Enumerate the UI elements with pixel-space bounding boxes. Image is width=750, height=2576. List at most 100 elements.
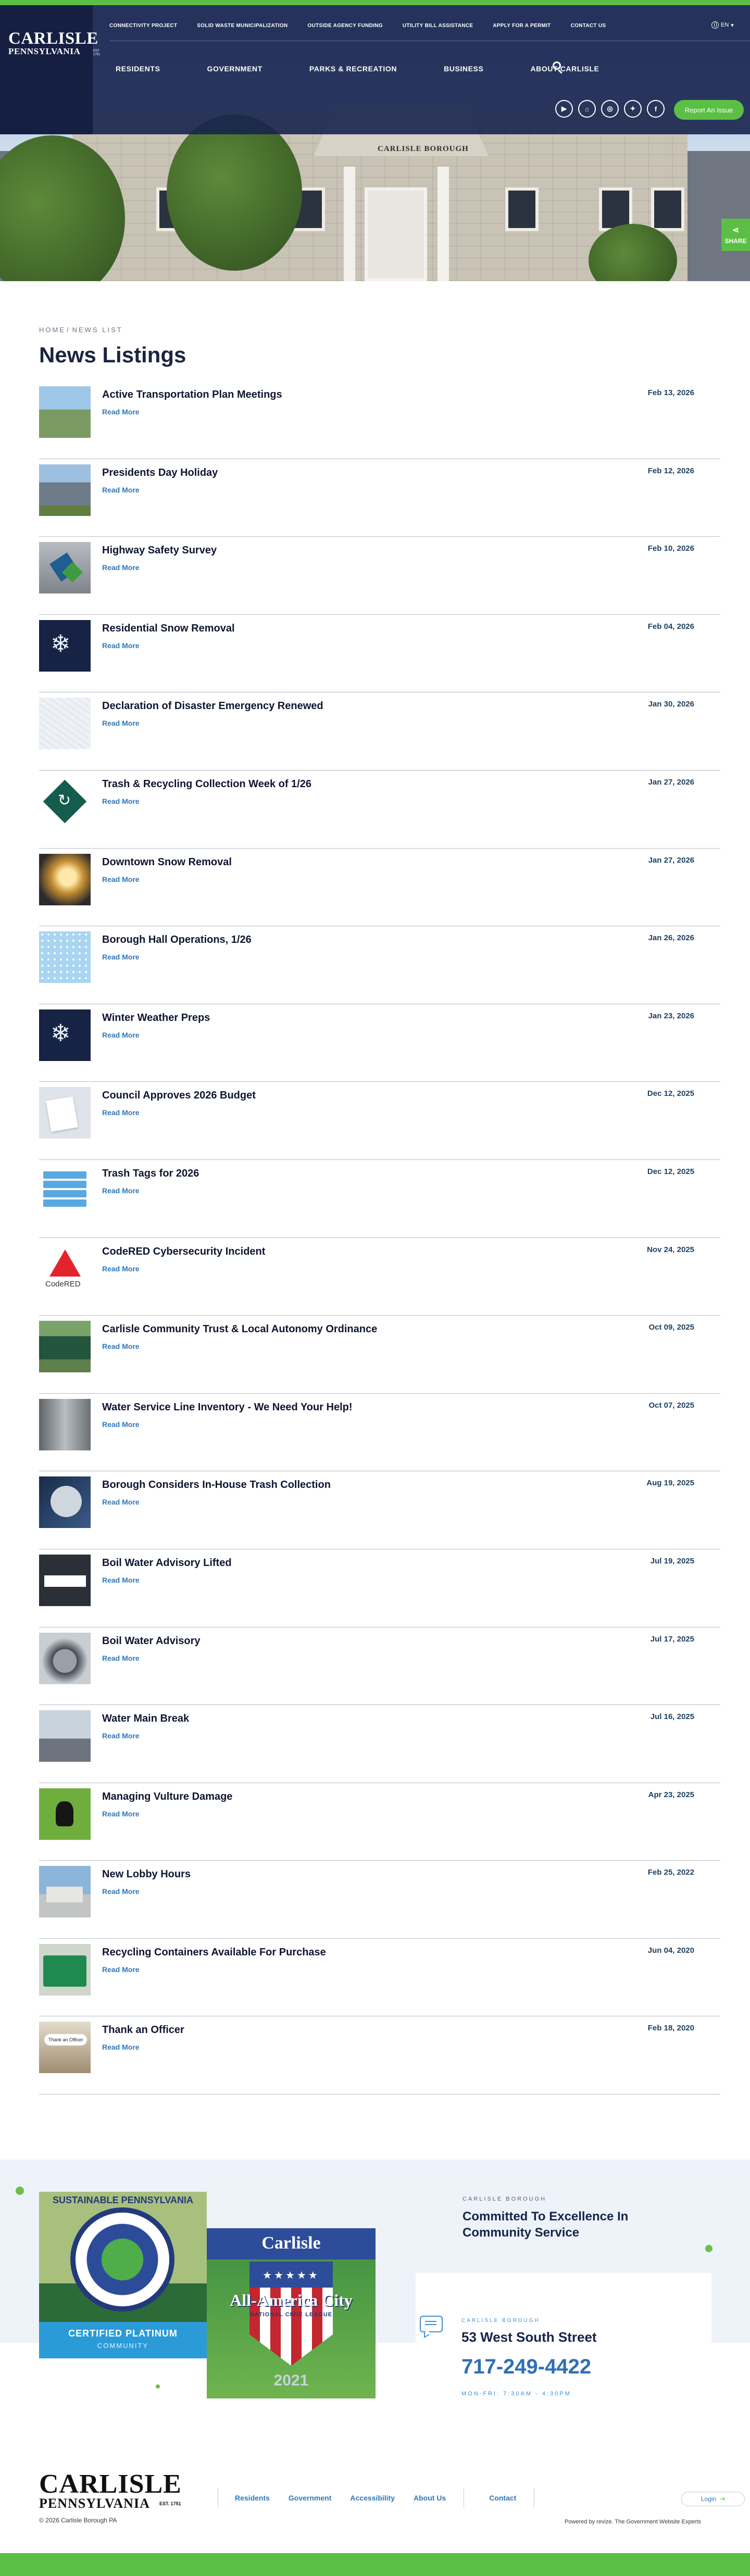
util-link[interactable]: UTILITY BILL ASSISTANCE — [403, 23, 473, 29]
footer-link-government[interactable]: Government — [289, 2494, 331, 2502]
revize-link[interactable]: revize. — [596, 2519, 613, 2525]
news-title[interactable]: Council Approves 2026 Budget — [102, 1090, 256, 1102]
facebook-icon[interactable]: f — [647, 100, 665, 118]
read-more-link[interactable]: Read More — [102, 2043, 140, 2051]
nextdoor-icon[interactable]: ⌂ — [578, 100, 596, 118]
instagram-icon[interactable]: ◎ — [601, 100, 619, 118]
main-nav-government[interactable]: GOVERNMENT — [207, 65, 262, 73]
util-link[interactable]: CONNECTIVITY PROJECT — [109, 23, 177, 29]
news-thumbnail[interactable] — [39, 931, 91, 983]
youtube-icon[interactable]: ▶ — [555, 100, 573, 118]
news-title[interactable]: Borough Considers In-House Trash Collect… — [102, 1479, 331, 1491]
read-more-link[interactable]: Read More — [102, 1654, 140, 1662]
footer-link-contact[interactable]: Contact — [489, 2494, 516, 2502]
news-title[interactable]: Downtown Snow Removal — [102, 856, 232, 868]
read-more-link[interactable]: Read More — [102, 1965, 140, 1974]
news-title[interactable]: Carlisle Community Trust & Local Autonom… — [102, 1323, 377, 1335]
news-title[interactable]: Boil Water Advisory — [102, 1635, 201, 1647]
news-thumbnail[interactable] — [39, 1321, 91, 1373]
read-more-link[interactable]: Read More — [102, 408, 140, 416]
login-button[interactable]: Login ⇥ — [681, 2492, 745, 2506]
read-more-link[interactable]: Read More — [102, 1810, 140, 1818]
read-more-link[interactable]: Read More — [102, 1265, 140, 1273]
news-thumbnail[interactable] — [39, 698, 91, 750]
news-thumbnail[interactable]: ❄ — [39, 620, 91, 672]
news-thumbnail[interactable] — [39, 2022, 91, 2074]
read-more-link[interactable]: Read More — [102, 719, 140, 727]
news-thumbnail[interactable] — [39, 853, 91, 905]
contact-phone[interactable]: 717-249-4422 — [461, 2355, 591, 2379]
util-link[interactable]: OUTSIDE AGENCY FUNDING — [307, 23, 382, 29]
read-more-link[interactable]: Read More — [102, 1342, 140, 1350]
news-thumbnail[interactable] — [39, 1476, 91, 1529]
search-icon[interactable] — [553, 61, 564, 74]
report-issue-button[interactable]: Report An Issue — [674, 100, 744, 120]
read-more-link[interactable]: Read More — [102, 875, 140, 883]
site-logo[interactable]: CARLISLE PENNSYLVANIA EST. 1751 — [8, 30, 100, 61]
news-date: Jul 19, 2025 — [650, 1556, 694, 1565]
read-more-link[interactable]: Read More — [102, 953, 140, 961]
read-more-link[interactable]: Read More — [102, 1732, 140, 1740]
read-more-link[interactable]: Read More — [102, 563, 140, 572]
breadcrumb-home[interactable]: HOME — [39, 326, 66, 334]
news-title[interactable]: Boil Water Advisory Lifted — [102, 1557, 232, 1569]
news-thumbnail[interactable] — [39, 1398, 91, 1450]
news-title[interactable]: Declaration of Disaster Emergency Renewe… — [102, 700, 323, 712]
news-item: Active Transportation Plan Meetings Read … — [39, 381, 720, 459]
main-nav-business[interactable]: BUSINESS — [444, 65, 483, 73]
news-title[interactable]: Trash & Recycling Collection Week of 1/2… — [102, 778, 311, 790]
util-link[interactable]: CONTACT US — [571, 23, 606, 29]
news-thumbnail[interactable]: ❄ — [39, 1009, 91, 1061]
read-more-link[interactable]: Read More — [102, 1108, 140, 1117]
footer-link-accessibility[interactable]: Accessibility — [350, 2494, 395, 2502]
main-nav-parks[interactable]: PARKS & RECREATION — [309, 65, 397, 73]
news-title[interactable]: New Lobby Hours — [102, 1868, 191, 1880]
language-selector[interactable]: EN ▾ — [711, 21, 734, 29]
footer-link-about[interactable]: About Us — [414, 2494, 446, 2502]
news-title[interactable]: Trash Tags for 2026 — [102, 1168, 199, 1180]
footer-link-residents[interactable]: Residents — [235, 2494, 270, 2502]
util-link[interactable]: SOLID WASTE MUNICIPALIZATION — [197, 23, 288, 29]
news-thumbnail[interactable] — [39, 1788, 91, 1840]
news-title[interactable]: Water Main Break — [102, 1713, 189, 1725]
news-thumbnail[interactable] — [39, 1632, 91, 1684]
news-thumbnail[interactable] — [39, 775, 91, 827]
news-title[interactable]: Thank an Officer — [102, 2024, 184, 2036]
news-thumbnail[interactable] — [39, 1165, 91, 1217]
hero-door — [365, 187, 427, 281]
news-thumbnail[interactable] — [39, 1866, 91, 1918]
read-more-link[interactable]: Read More — [102, 1498, 140, 1506]
news-thumbnail[interactable] — [39, 1710, 91, 1762]
news-thumbnail[interactable] — [39, 1243, 91, 1295]
news-thumbnail[interactable] — [39, 542, 91, 594]
read-more-link[interactable]: Read More — [102, 1031, 140, 1039]
main-nav-about[interactable]: ABOUT CARLISLE — [530, 65, 599, 73]
read-more-link[interactable]: Read More — [102, 1420, 140, 1429]
read-more-link[interactable]: Read More — [102, 641, 140, 650]
news-thumbnail-image — [39, 1943, 91, 1996]
read-more-link[interactable]: Read More — [102, 1576, 140, 1584]
news-thumbnail[interactable] — [39, 1554, 91, 1606]
news-thumbnail[interactable] — [39, 386, 91, 438]
news-title[interactable]: Residential Snow Removal — [102, 623, 235, 635]
news-title[interactable]: Managing Vulture Damage — [102, 1791, 232, 1803]
news-title[interactable]: Borough Hall Operations, 1/26 — [102, 934, 252, 946]
news-thumbnail[interactable] — [39, 1943, 91, 1996]
read-more-link[interactable]: Read More — [102, 486, 140, 494]
news-title[interactable]: CodeRED Cybersecurity Incident — [102, 1246, 265, 1258]
read-more-link[interactable]: Read More — [102, 1186, 140, 1195]
twitter-icon[interactable]: ✦ — [624, 100, 642, 118]
news-title[interactable]: Highway Safety Survey — [102, 545, 217, 557]
read-more-link[interactable]: Read More — [102, 1887, 140, 1896]
news-title[interactable]: Water Service Line Inventory - We Need Y… — [102, 1401, 353, 1413]
share-button[interactable]: ⋖ SHARE — [721, 219, 750, 251]
util-link[interactable]: APPLY FOR A PERMIT — [493, 23, 551, 29]
read-more-link[interactable]: Read More — [102, 797, 140, 805]
main-nav-residents[interactable]: RESIDENTS — [116, 65, 160, 73]
news-title[interactable]: Presidents Day Holiday — [102, 467, 218, 479]
news-title[interactable]: Active Transportation Plan Meetings — [102, 389, 282, 401]
news-title[interactable]: Recycling Containers Available For Purch… — [102, 1947, 326, 1959]
news-thumbnail[interactable] — [39, 1087, 91, 1139]
news-thumbnail[interactable] — [39, 464, 91, 516]
news-title[interactable]: Winter Weather Preps — [102, 1012, 210, 1024]
